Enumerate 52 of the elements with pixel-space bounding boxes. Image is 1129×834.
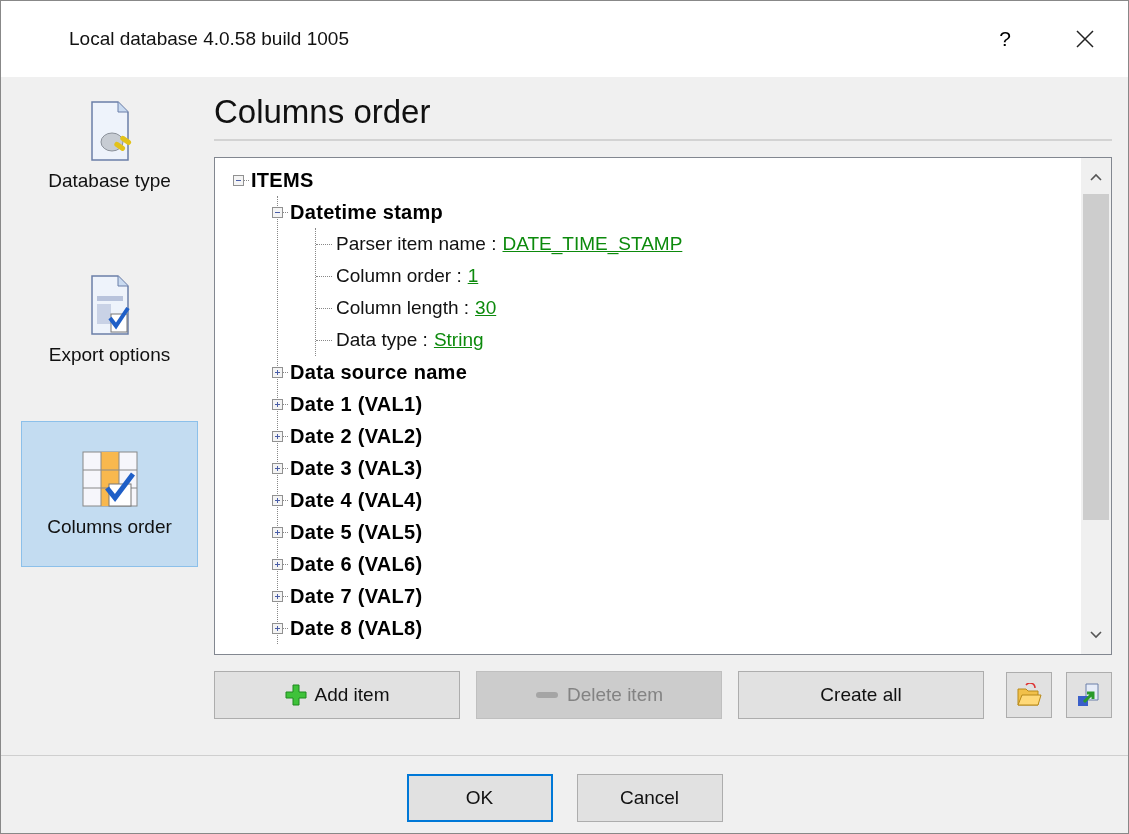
expand-toggle[interactable] [272,494,283,506]
tree-item[interactable]: Date 8 (VAL8) [290,616,423,640]
folder-icon [1016,683,1042,707]
sidebar-item[interactable]: Columns order [21,421,198,567]
action-button[interactable]: Create all [738,671,984,719]
page-title: Columns order [214,87,1112,141]
export-icon [1076,682,1102,708]
property-link[interactable]: 30 [475,297,497,319]
dialog-button[interactable]: Cancel [576,774,723,822]
window-title: Local database 4.0.58 build 1005 [69,28,350,50]
tree-item[interactable]: Date 6 (VAL6) [290,552,423,576]
scroll-thumb[interactable] [1083,194,1109,520]
collapse-toggle[interactable] [272,206,283,218]
export-button[interactable] [1066,672,1112,718]
help-button[interactable]: ? [976,19,1034,59]
property-link[interactable]: 1 [467,265,479,287]
property-link[interactable]: String [433,329,484,351]
tree-item[interactable]: Data source name [290,360,468,384]
scroll-down-icon[interactable] [1089,630,1103,640]
property-label: Column length : [336,297,470,319]
expand-toggle[interactable] [272,398,283,410]
tree-item[interactable]: Datetime stamp [290,200,444,224]
expand-toggle[interactable] [272,462,283,474]
tree-item[interactable]: Date 4 (VAL4) [290,488,423,512]
dialog-button[interactable]: OK [406,774,553,822]
sidebar-item[interactable]: Database type [21,99,198,219]
plus-icon [284,684,307,706]
scroll-up-icon[interactable] [1089,172,1103,182]
tree-item[interactable]: Date 7 (VAL7) [290,584,423,608]
tree-view[interactable] [214,157,1112,655]
vertical-scrollbar[interactable] [1081,158,1111,654]
property-link[interactable]: DATE_TIME_STAMP [502,233,683,255]
close-icon [1075,29,1095,49]
expand-toggle[interactable] [272,622,283,634]
expand-toggle[interactable] [272,558,283,570]
property-label: Parser item name : [336,233,497,255]
tree-item[interactable]: ITEMS [251,168,314,192]
tree-item[interactable]: Date 5 (VAL5) [290,520,423,544]
property-label: Data type : [336,329,428,351]
sidebar-item[interactable]: Export options [21,247,198,393]
expand-toggle[interactable] [272,430,283,442]
minus-icon [534,690,559,700]
tree-item[interactable]: Date 3 (VAL3) [290,456,423,480]
expand-toggle[interactable] [272,366,283,378]
tree-item[interactable]: Date 2 (VAL2) [290,424,423,448]
property-label: Column order : [336,265,462,287]
expand-toggle[interactable] [272,590,283,602]
expand-toggle[interactable] [272,526,283,538]
action-button[interactable]: Add item [214,671,460,719]
tree-item[interactable]: Date 1 (VAL1) [290,392,423,416]
collapse-toggle[interactable] [233,174,244,186]
grid-check-icon [80,450,139,508]
